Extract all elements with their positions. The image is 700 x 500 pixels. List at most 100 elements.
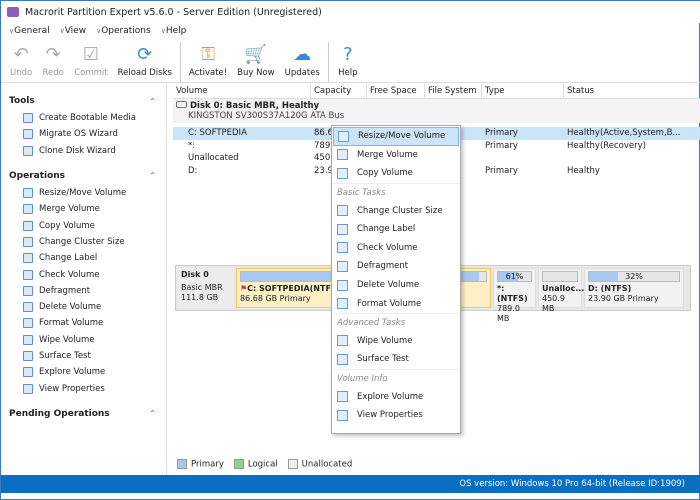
- sidebar-item-migrate-os-wizard[interactable]: Migrate OS Wizard: [1, 126, 166, 142]
- chevron-up-icon[interactable]: ⌃: [149, 97, 156, 106]
- resize-move-volume-icon: [23, 188, 33, 199]
- reload-disks-button[interactable]: ⟳ Reload Disks: [113, 43, 177, 82]
- sidebar-item-format-volume[interactable]: Format Volume: [1, 315, 166, 331]
- sidebar-item-view-properties[interactable]: View Properties: [1, 380, 166, 396]
- menu-item-copy-volume[interactable]: Copy Volume: [333, 164, 459, 183]
- explore-volume-icon: [23, 367, 33, 378]
- partition-unalloc[interactable]: Unalloc... 450.9 MB: [538, 268, 584, 313]
- cell-status: Healthy(Active,System,B...: [567, 128, 681, 139]
- partition-name-text: C: SOFTPEDIA(NTFS): [247, 284, 341, 293]
- defragment-icon: [337, 260, 348, 272]
- menu-view[interactable]: View: [60, 26, 86, 36]
- sidebar-item-merge-volume[interactable]: Merge Volume: [1, 201, 166, 217]
- menu-general[interactable]: General: [9, 26, 49, 36]
- redo-icon: ↷: [45, 43, 61, 65]
- column-header-free-space[interactable]: Free Space: [367, 83, 425, 99]
- menu-item-check-volume[interactable]: Check Volume: [333, 239, 459, 258]
- menu-item-label: Delete Volume: [357, 280, 420, 291]
- toolbar-label: Reload Disks: [117, 68, 172, 78]
- migrate-os-wizard-icon: [23, 129, 33, 140]
- toolbar-label: Commit: [74, 68, 108, 78]
- menu-operations[interactable]: Operations: [96, 26, 150, 36]
- column-header-capacity[interactable]: Capacity: [311, 83, 367, 99]
- sidebar-item-clone-disk-wizard[interactable]: Clone Disk Wizard: [1, 143, 166, 159]
- toolbar: ↶ Undo ↷ Redo ☑ Commit ⟳ Reload Disks ⚿ Activate!…: [1, 39, 700, 83]
- sidebar-item-label: Copy Volume: [39, 220, 95, 231]
- usage-bar: 61%: [497, 271, 532, 282]
- disk-0-block[interactable]: Disk 0 Basic MBR 111.8 GB: [178, 268, 234, 308]
- menu-item-delete-volume[interactable]: Delete Volume: [333, 276, 459, 295]
- menu-item-change-cluster-size[interactable]: Change Cluster Size: [333, 201, 459, 220]
- section-tools[interactable]: Tools ⌃: [1, 90, 166, 110]
- legend-label: Logical: [247, 459, 278, 470]
- help-button[interactable]: ? Help: [332, 43, 364, 82]
- sidebar: Tools ⌃ Create Bootable Media Migrate OS Wi…: [1, 84, 167, 475]
- undo-button[interactable]: ↶ Undo: [5, 43, 37, 82]
- wipe-volume-icon: [23, 334, 33, 345]
- partition-d-ntfs[interactable]: 32% D: (NTFS) 23.90 GB Primary: [584, 268, 684, 308]
- cell-status: Healthy: [567, 165, 600, 176]
- help-icon: ?: [343, 43, 353, 65]
- menu-bar: General View Operations Help: [1, 23, 700, 39]
- sidebar-item-delete-volume[interactable]: Delete Volume: [1, 299, 166, 315]
- chevron-up-icon[interactable]: ⌃: [149, 409, 156, 418]
- sidebar-item-label: Defragment: [39, 285, 91, 296]
- section-operations[interactable]: Operations ⌃: [1, 165, 166, 185]
- column-header-type[interactable]: Type: [482, 83, 564, 99]
- menu-item-defragment[interactable]: Defragment: [333, 257, 459, 276]
- legend-primary: Primary: [177, 459, 224, 470]
- sidebar-item-label: Merge Volume: [39, 204, 100, 215]
- commit-button[interactable]: ☑ Commit: [69, 43, 112, 82]
- menu-item-explore-volume[interactable]: Explore Volume: [333, 387, 459, 406]
- check-volume-icon: [337, 242, 348, 254]
- sidebar-item-check-volume[interactable]: Check Volume: [1, 266, 166, 282]
- change-label-icon: [23, 253, 33, 264]
- buy-now-button[interactable]: 🛒 Buy Now: [232, 43, 279, 82]
- partition--ntfs[interactable]: 61% *: (NTFS) 789.0 MB: [493, 268, 536, 323]
- partition-name: Unalloc...: [542, 284, 584, 294]
- chevron-up-icon[interactable]: ⌃: [149, 171, 156, 180]
- sidebar-item-wipe-volume[interactable]: Wipe Volume: [1, 332, 166, 348]
- menu-item-change-label[interactable]: Change Label: [333, 220, 459, 239]
- window-title: Macrorit Partition Expert v5.6.0 - Serve…: [25, 6, 322, 18]
- usage-percent: 61%: [505, 272, 524, 281]
- partition-info: 450.9 MB: [542, 294, 565, 313]
- menu-item-surface-test[interactable]: Surface Test: [333, 350, 459, 369]
- updates-button[interactable]: ☁ Updates: [280, 43, 325, 82]
- menu-item-wipe-volume[interactable]: Wipe Volume: [333, 332, 459, 351]
- legend: Primary Logical Unallocated: [177, 459, 352, 470]
- cell-volume: Unallocated: [188, 153, 239, 164]
- menu-item-resize-move-volume[interactable]: Resize/Move Volume: [333, 127, 459, 146]
- sidebar-item-defragment[interactable]: Defragment: [1, 283, 166, 299]
- change-cluster-size-icon: [337, 205, 348, 217]
- resize-move-volume-icon: [338, 130, 349, 142]
- key-icon: ⚿: [201, 43, 215, 65]
- change-cluster-size-icon: [23, 236, 33, 247]
- format-volume-icon: [23, 318, 33, 329]
- sidebar-item-copy-volume[interactable]: Copy Volume: [1, 217, 166, 233]
- menu-item-merge-volume[interactable]: Merge Volume: [333, 146, 459, 165]
- partition-name-text: *: (NTFS): [497, 284, 528, 303]
- activate-button[interactable]: ⚿ Activate!: [184, 43, 232, 82]
- sidebar-item-create-bootable-media[interactable]: Create Bootable Media: [1, 110, 166, 126]
- sidebar-item-explore-volume[interactable]: Explore Volume: [1, 364, 166, 380]
- title-bar: Macrorit Partition Expert v5.6.0 - Serve…: [1, 1, 700, 23]
- column-header-file-system[interactable]: File System: [425, 83, 482, 99]
- section-pending[interactable]: Pending Operations ⌃: [1, 403, 166, 423]
- partition-info: 23.90 GB Primary: [588, 294, 659, 303]
- menu-item-format-volume[interactable]: Format Volume: [333, 294, 459, 313]
- menu-item-view-properties[interactable]: View Properties: [333, 406, 459, 425]
- column-header-status[interactable]: Status: [564, 84, 700, 99]
- sidebar-item-change-cluster-size[interactable]: Change Cluster Size: [1, 234, 166, 250]
- legend-label: Primary: [191, 459, 224, 470]
- sidebar-item-resize-move-volume[interactable]: Resize/Move Volume: [1, 185, 166, 201]
- sidebar-item-change-label[interactable]: Change Label: [1, 250, 166, 266]
- menu-help[interactable]: Help: [161, 26, 187, 36]
- column-header-volume[interactable]: Volume: [173, 83, 311, 99]
- sidebar-item-surface-test[interactable]: Surface Test: [1, 348, 166, 364]
- menu-item-label: Explore Volume: [357, 391, 424, 402]
- cell-type: Primary: [485, 128, 518, 139]
- disk-row[interactable]: Disk 0: Basic MBR, Healthy KINGSTON SV300…: [173, 99, 700, 123]
- redo-button[interactable]: ↷ Redo: [37, 43, 69, 82]
